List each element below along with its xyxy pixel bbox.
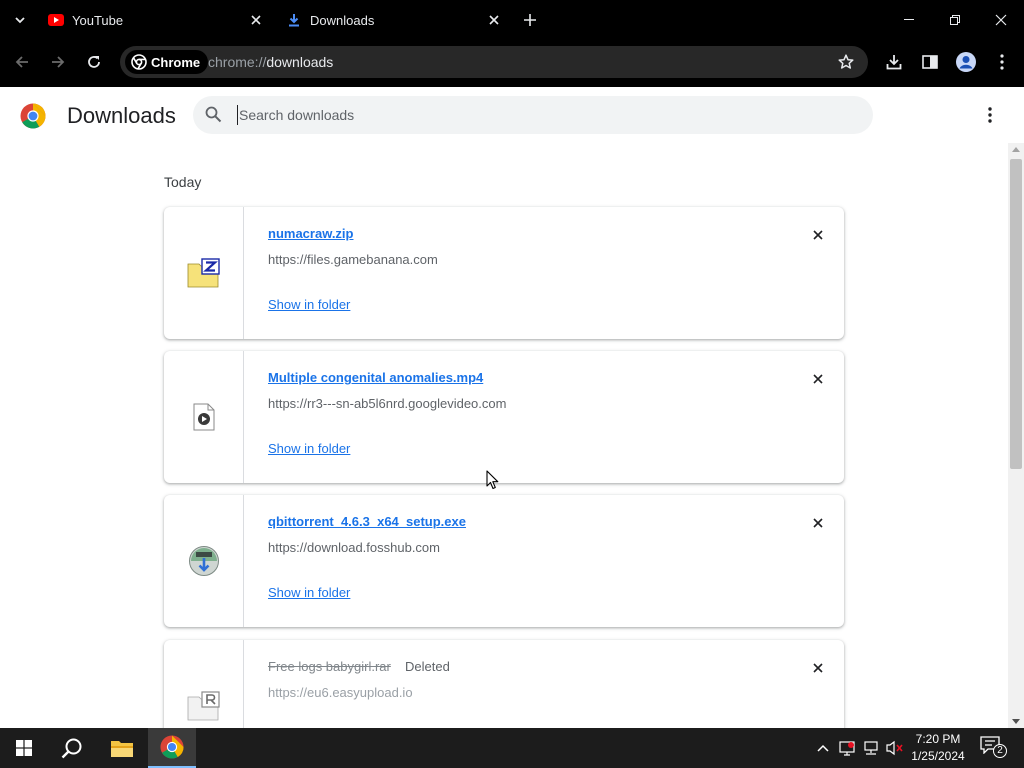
chrome-page-chip[interactable]: Chrome <box>125 50 209 74</box>
url-text[interactable]: chrome://downloads <box>208 54 333 70</box>
deleted-filename: Free logs babygirl.rar <box>268 659 391 674</box>
tab-search-chevron-icon[interactable] <box>8 8 32 32</box>
tab-strip: YouTube Downloads <box>0 0 1024 40</box>
windows-taskbar: 7:20 PM 1/25/2024 2 <box>0 728 1024 768</box>
scroll-up-arrow-icon[interactable] <box>1012 147 1020 152</box>
close-tab-icon[interactable] <box>246 10 266 30</box>
ethernet-icon[interactable] <box>862 740 880 756</box>
download-source-url[interactable]: https://rr3---sn-ab5l6nrd.googlevideo.co… <box>268 396 506 411</box>
bookmark-star-icon[interactable] <box>836 52 856 72</box>
windows-start-icon[interactable] <box>0 728 48 768</box>
minimize-icon[interactable] <box>886 0 932 40</box>
tab-youtube[interactable]: YouTube <box>40 4 272 36</box>
show-in-folder-link[interactable]: Show in folder <box>268 585 350 600</box>
download-source-url[interactable]: https://files.gamebanana.com <box>268 252 438 267</box>
downloads-header: Downloads <box>0 87 1024 143</box>
back-arrow-icon[interactable] <box>8 48 36 76</box>
volume-muted-icon[interactable] <box>886 740 904 756</box>
downloads-list[interactable]: Today numacraw.zip https://files.gameban… <box>0 143 1008 728</box>
downloads-toolbar-icon[interactable] <box>880 48 908 76</box>
remove-item-close-icon[interactable] <box>808 513 828 533</box>
download-source-url[interactable]: https://download.fosshub.com <box>268 540 440 555</box>
show-in-folder-link[interactable]: Show in folder <box>268 441 350 456</box>
remove-item-close-icon[interactable] <box>808 658 828 678</box>
search-icon <box>205 106 222 128</box>
new-tab-plus-icon[interactable] <box>518 8 542 32</box>
mouse-pointer-icon <box>486 470 499 490</box>
more-actions-icon[interactable] <box>978 103 1002 127</box>
clock-time: 7:20 PM <box>915 732 961 746</box>
close-tab-icon[interactable] <box>484 10 504 30</box>
tab-title: Downloads <box>310 12 375 28</box>
forward-arrow-icon[interactable] <box>44 48 72 76</box>
network-warning-icon[interactable] <box>838 740 856 756</box>
download-item: Free logs babygirl.rar Deleted https://e… <box>164 640 844 728</box>
date-section-label: Today <box>164 174 202 190</box>
scrollbar-thumb[interactable] <box>1010 159 1022 469</box>
remove-item-close-icon[interactable] <box>808 225 828 245</box>
notification-count-badge: 2 <box>993 744 1007 758</box>
reload-icon[interactable] <box>80 48 108 76</box>
page-title: Downloads <box>67 103 176 128</box>
search-box[interactable] <box>193 96 873 134</box>
side-panel-icon[interactable] <box>916 48 944 76</box>
download-item: qbittorrent_4.6.3_x64_setup.exe https://… <box>164 495 844 627</box>
url-host: downloads <box>266 54 334 70</box>
restore-icon[interactable] <box>932 0 978 40</box>
download-source-url: https://eu6.easyupload.io <box>268 685 413 700</box>
taskbar-chrome-icon[interactable] <box>148 728 196 768</box>
search-downloads-input[interactable] <box>237 105 837 125</box>
download-filename-link[interactable]: numacraw.zip <box>268 226 353 241</box>
chrome-logo-icon <box>131 54 147 70</box>
vertical-scrollbar[interactable] <box>1008 143 1024 728</box>
chrome-menu-icon[interactable] <box>988 48 1016 76</box>
youtube-icon <box>48 12 64 28</box>
profile-avatar-icon[interactable] <box>952 48 980 76</box>
notification-center-icon[interactable]: 2 <box>980 736 1010 760</box>
deleted-status-label: Deleted <box>405 659 450 674</box>
download-filename-link[interactable]: Multiple congenital anomalies.mp4 <box>268 370 483 385</box>
file-explorer-icon[interactable] <box>98 728 146 768</box>
download-icon <box>286 12 302 28</box>
chrome-logo-icon <box>20 103 46 129</box>
installer-icon <box>188 546 219 576</box>
video-file-icon <box>193 403 214 431</box>
show-hidden-icons-chevron-icon[interactable] <box>814 740 832 756</box>
show-in-folder-link[interactable]: Show in folder <box>268 297 350 312</box>
tab-title: YouTube <box>72 12 124 28</box>
zip-file-icon <box>187 258 220 288</box>
download-filename-link[interactable]: qbittorrent_4.6.3_x64_setup.exe <box>268 514 466 529</box>
rar-file-icon <box>187 691 220 721</box>
system-clock[interactable]: 7:20 PM 1/25/2024 <box>906 731 970 765</box>
chip-label: Chrome <box>151 54 201 70</box>
browser-toolbar: Chrome chrome://downloads <box>0 40 1024 87</box>
address-bar[interactable]: Chrome chrome://downloads <box>120 46 868 78</box>
window-close-icon[interactable] <box>978 0 1024 40</box>
tab-downloads[interactable]: Downloads <box>278 4 510 36</box>
scroll-down-arrow-icon[interactable] <box>1012 719 1020 724</box>
download-item: numacraw.zip https://files.gamebanana.co… <box>164 207 844 339</box>
clock-date: 1/25/2024 <box>911 749 965 763</box>
remove-item-close-icon[interactable] <box>808 369 828 389</box>
taskbar-search-icon[interactable] <box>48 728 96 768</box>
url-scheme: chrome:// <box>208 54 267 70</box>
download-item: Multiple congenital anomalies.mp4 https:… <box>164 351 844 483</box>
